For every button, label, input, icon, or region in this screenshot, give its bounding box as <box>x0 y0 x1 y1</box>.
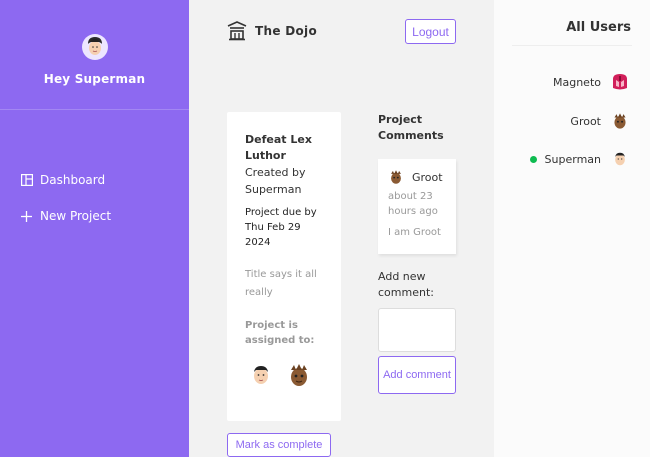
project-created-by: Created by Superman <box>245 166 306 196</box>
superman-avatar <box>81 34 108 60</box>
project-details: Title says it all really <box>245 269 317 298</box>
assigned-users <box>245 362 323 388</box>
comment-item: Groot about 23 hours ago I am Groot <box>378 159 456 254</box>
assigned-label: Project is assigned to: <box>245 320 315 346</box>
mark-complete-button[interactable]: Mark as complete <box>227 433 331 457</box>
user-name: Groot <box>570 114 601 128</box>
comment-textarea[interactable] <box>378 308 456 352</box>
superman-avatar <box>248 362 274 388</box>
comment-date: about 23 hours ago <box>388 191 438 217</box>
nav-new-project-label: New Project <box>40 209 112 223</box>
comment-text: I am Groot <box>388 227 441 238</box>
dashboard-icon <box>20 174 33 187</box>
nav-dashboard[interactable]: Dashboard <box>0 162 189 198</box>
user-name: Superman <box>544 152 601 166</box>
user-item: Superman <box>529 150 629 168</box>
brand-title: The Dojo <box>255 24 318 38</box>
temple-logo-icon <box>227 21 247 41</box>
sidebar-nav: Dashboard New Project <box>0 162 189 234</box>
sidebar-user: Hey Superman <box>0 0 189 110</box>
users-panel: All Users Magneto Groot Superman <box>494 0 650 457</box>
add-comment-label: Add new comment: <box>378 270 434 299</box>
groot-avatar <box>388 169 404 185</box>
project-title: Defeat Lex Luthor <box>245 133 312 162</box>
project-comments: Project Comments Groot about 23 hours ag… <box>378 112 458 394</box>
groot-avatar <box>611 112 629 130</box>
user-item: Magneto <box>553 73 629 91</box>
magneto-avatar <box>611 73 629 91</box>
project-summary: Defeat Lex Luthor Created by Superman Pr… <box>227 112 341 421</box>
comment-author-name: Groot <box>412 170 443 184</box>
add-comment-button[interactable]: Add comment <box>378 356 456 394</box>
comments-heading: Project Comments <box>378 113 444 142</box>
online-status-dot <box>529 155 537 163</box>
plus-icon <box>20 210 33 223</box>
users-divider <box>512 45 632 46</box>
groot-avatar <box>286 362 312 388</box>
sidebar: Hey Superman Dashboard New Project <box>0 0 189 457</box>
greeting: Hey Superman <box>43 72 146 86</box>
nav-new-project[interactable]: New Project <box>0 198 189 234</box>
comment-author: Groot <box>388 169 446 185</box>
main-content: The Dojo Logout Defeat Lex Luthor Create… <box>189 0 494 457</box>
user-item: Groot <box>570 112 629 130</box>
user-name: Magneto <box>553 75 601 89</box>
users-heading: All Users <box>566 20 631 35</box>
project-due-date: Project due by Thu Feb 29 2024 <box>245 207 317 248</box>
logout-button[interactable]: Logout <box>405 19 456 44</box>
nav-dashboard-label: Dashboard <box>40 173 106 187</box>
superman-avatar <box>611 150 629 168</box>
